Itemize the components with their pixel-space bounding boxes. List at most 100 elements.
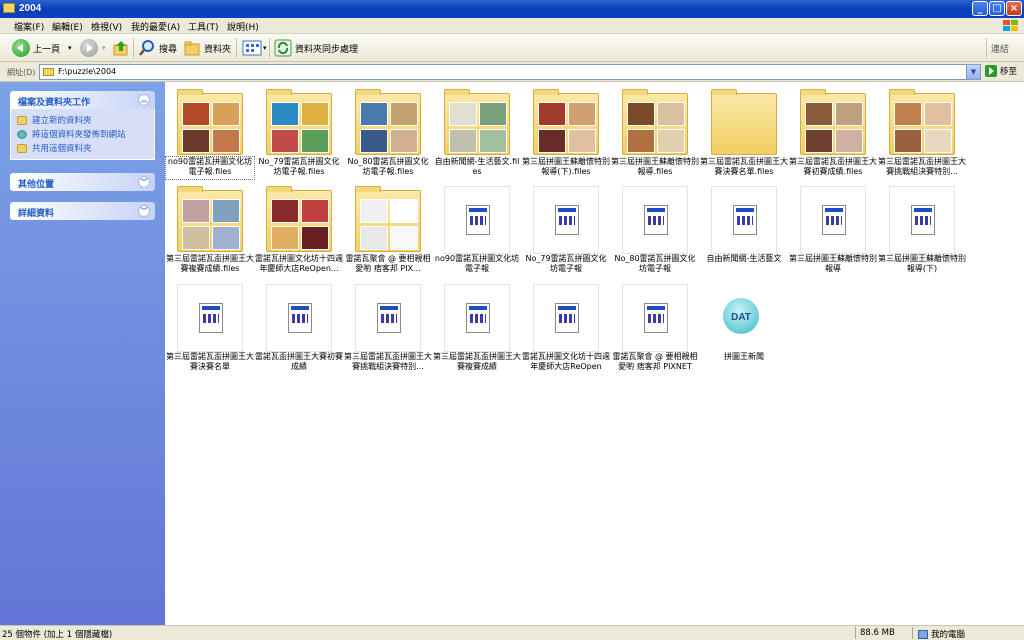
task-label: 共用這個資料夾 — [32, 144, 92, 154]
item-label: 雷諾瓦聚會 @ 要相親相愛喲 痞客邦 PIXNET — [612, 352, 698, 371]
minimize-button[interactable]: _ — [972, 1, 988, 16]
chevron-down-icon[interactable]: ▾ — [102, 44, 106, 52]
menu-file[interactable]: 檔案(F) — [14, 20, 44, 33]
thumbnail-image — [805, 102, 833, 126]
chevron-down-icon[interactable]: ▾ — [263, 44, 267, 52]
task-new-folder[interactable]: 建立新的資料夾 — [17, 113, 148, 127]
globe-icon — [17, 129, 27, 139]
status-object-count: 25 個物件 (加上 1 個隱藏檔) — [2, 630, 113, 640]
document-thumbnail — [800, 186, 866, 254]
thumbnail-image — [568, 102, 596, 126]
thumbnail-image — [301, 199, 329, 223]
panel-header[interactable]: 詳細資料 ︾ — [10, 202, 155, 220]
thumbnail-image — [894, 129, 922, 153]
item-label: 第三屆雷諾瓦盃拼圖王大賽複賽成績 — [433, 352, 521, 371]
toolbar-separator — [236, 38, 237, 58]
task-label: 建立新的資料夾 — [32, 116, 92, 126]
chevron-down-icon[interactable]: ▼ — [966, 65, 980, 79]
item-label: 第三屆雷諾瓦盃拼圖王大賽複賽成績.files — [166, 254, 254, 273]
views-button[interactable]: ▾ — [242, 39, 267, 57]
up-folder-button[interactable] — [112, 39, 130, 57]
expand-icon[interactable]: ︾ — [138, 205, 150, 217]
back-button[interactable]: 上一頁 ▾ — [12, 39, 72, 57]
thumbnail-image — [271, 226, 299, 250]
expand-icon[interactable]: ︾ — [138, 176, 150, 188]
panel-body: 建立新的資料夾 將這個資料夾發佈到網站 共用這個資料夾 — [10, 109, 155, 160]
folder-icon — [175, 89, 245, 157]
chevron-down-icon[interactable]: ▾ — [68, 44, 72, 52]
thumbnail-image — [182, 102, 210, 126]
menu-help[interactable]: 說明(H) — [227, 20, 259, 33]
folder-thumbnail — [355, 186, 421, 252]
toolbar: 上一頁 ▾ ▾ 搜尋 資料夾 ▾ 資料夾同步處理 連結 — [0, 34, 1024, 62]
item-label: no90雷諾瓦拼圖文化坊電子報.files — [165, 156, 255, 180]
folder-icon — [353, 89, 423, 157]
file-folder-tasks-panel: 檔案及資料夾工作 ︽ 建立新的資料夾 將這個資料夾發佈到網站 共用這個資料夾 — [10, 91, 155, 160]
menu-favorites[interactable]: 我的最愛(A) — [131, 20, 180, 33]
links-button[interactable]: 連結 — [991, 39, 1009, 57]
address-input[interactable]: F:\puzzle\2004 ▼ — [39, 64, 981, 80]
document-thumbnail — [533, 284, 599, 352]
html-document-icon — [620, 284, 690, 352]
other-places-panel: 其他位置 ︾ — [10, 173, 155, 191]
task-publish-web[interactable]: 將這個資料夾發佈到網站 — [17, 127, 148, 141]
sync-icon — [274, 39, 292, 57]
panel-header[interactable]: 檔案及資料夾工作 ︽ — [10, 91, 155, 109]
page-icon — [555, 303, 579, 333]
item-label: 第三屆拼圖王蘇離懷特別報導 — [789, 254, 877, 273]
windows-logo-icon — [1003, 20, 1018, 31]
document-thumbnail — [622, 186, 688, 254]
page-icon — [377, 303, 401, 333]
document-thumbnail — [444, 284, 510, 352]
collapse-icon[interactable]: ︽ — [138, 94, 150, 106]
page-icon — [288, 303, 312, 333]
task-label: 將這個資料夾發佈到網站 — [32, 130, 126, 140]
html-document-icon — [264, 284, 334, 352]
folder-thumbnail — [533, 89, 599, 155]
folder-icon — [887, 89, 957, 157]
panel-title: 其他位置 — [18, 180, 55, 190]
thumbnail-image — [805, 129, 833, 153]
go-button[interactable]: 移至 — [985, 65, 1017, 77]
thumbnail-image — [538, 102, 566, 126]
thumbnail-image — [390, 129, 418, 153]
html-document-icon — [798, 186, 868, 254]
page-icon — [466, 205, 490, 235]
panel-title: 檔案及資料夾工作 — [18, 98, 91, 108]
folder-icon — [3, 3, 15, 13]
panel-header[interactable]: 其他位置 ︾ — [10, 173, 155, 191]
task-share-folder[interactable]: 共用這個資料夾 — [17, 141, 148, 155]
item-label: 雷諾瓦盃拼圖王大賽初賽成績 — [255, 352, 343, 371]
close-button[interactable]: × — [1006, 1, 1022, 16]
item-label: 自由新聞網-生活藝文 — [706, 254, 782, 263]
thumbnail-image — [360, 102, 388, 126]
thumbnail-image — [271, 129, 299, 153]
html-document-icon — [442, 284, 512, 352]
thumbnail-image — [301, 102, 329, 126]
folder-thumbnail — [622, 89, 688, 155]
html-document-icon — [175, 284, 245, 352]
item-label: 第三屆拼圖王蘇離懷特別報導(下) — [878, 254, 966, 273]
sync-button[interactable]: 資料夾同步處理 — [274, 39, 358, 57]
thumbnail-image — [449, 102, 477, 126]
maximize-button[interactable]: □ — [989, 1, 1005, 16]
search-button[interactable]: 搜尋 — [138, 39, 177, 57]
forward-button[interactable]: ▾ — [80, 39, 106, 57]
document-thumbnail — [622, 284, 688, 352]
folders-label: 資料夾 — [204, 44, 232, 55]
thumbnail-image — [657, 102, 685, 126]
go-arrow-icon — [985, 65, 997, 77]
menu-tools[interactable]: 工具(T) — [188, 20, 219, 33]
item-label: 雷諾瓦拼圖文化坊十四週年慶師大店ReOpen... — [255, 254, 343, 273]
document-thumbnail — [355, 284, 421, 352]
dat-badge-text: DAT — [731, 312, 751, 323]
folders-button[interactable]: 資料夾 — [183, 39, 231, 57]
page-icon — [555, 205, 579, 235]
address-bar: 網址(D) F:\puzzle\2004 ▼ 移至 — [0, 62, 1024, 82]
thumbnail-image — [182, 226, 210, 250]
menu-edit[interactable]: 編輯(E) — [52, 20, 83, 33]
menu-view[interactable]: 檢視(V) — [91, 20, 122, 33]
thumbnail-image — [479, 102, 507, 126]
thumbnail-image — [390, 102, 418, 126]
toolbar-separator — [133, 38, 134, 58]
